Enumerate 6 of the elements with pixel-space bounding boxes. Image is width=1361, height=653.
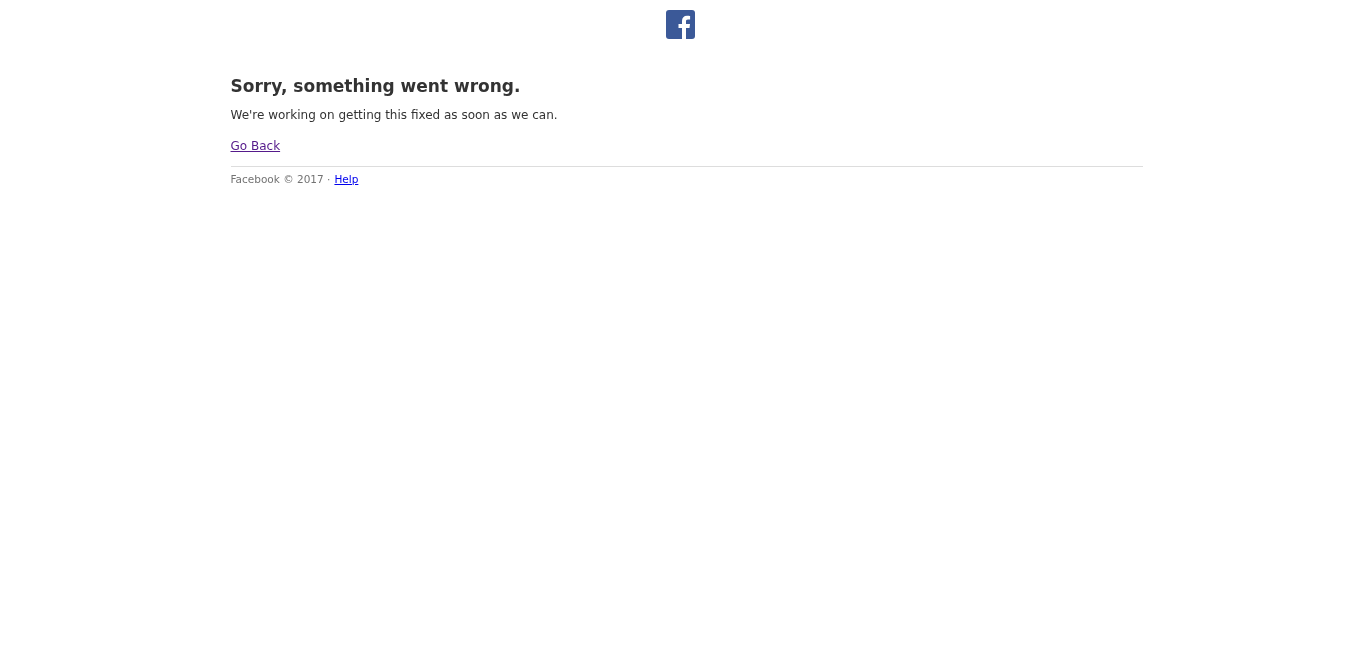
footer-text: Facebook © 2017 · [230,173,331,185]
error-message: We're working on getting this fixed as soon as we can. [230,108,559,122]
logo-icon [666,10,695,39]
go-back-link[interactable]: Go Back [230,139,281,153]
help-link[interactable]: Help [334,173,359,185]
error-title: Sorry, something went wrong. [230,76,522,96]
